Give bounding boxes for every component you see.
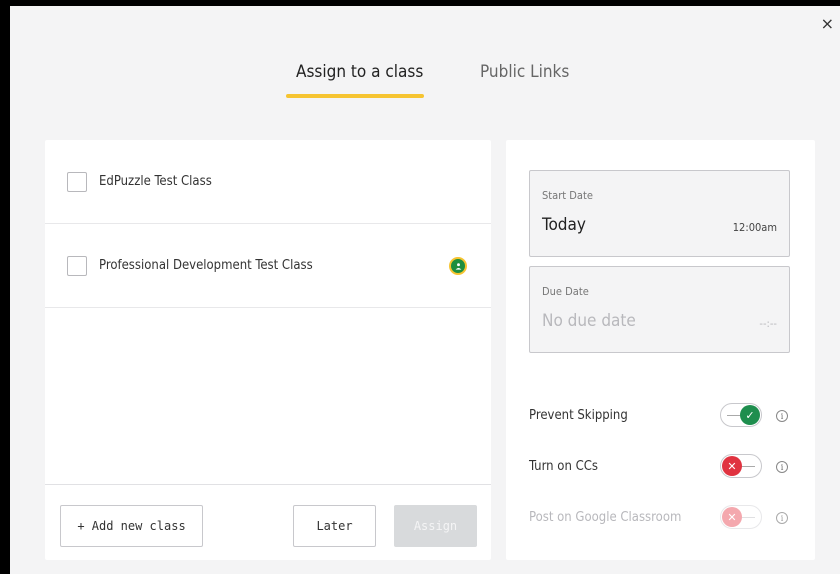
add-new-class-button[interactable]: + Add new class [60,505,203,547]
start-date-field[interactable]: Start Date Today 12:00am [529,170,790,257]
prevent-skipping-label: Prevent Skipping [529,408,628,423]
close-icon[interactable]: × [821,16,834,32]
class-list-panel: EdPuzzle Test Class Professional Develop… [45,140,491,560]
later-button[interactable]: Later [293,505,376,547]
class-name: Professional Development Test Class [99,258,313,273]
prevent-skipping-toggle[interactable]: ✓ [720,403,762,427]
assign-button[interactable]: Assign [394,505,477,547]
due-time-value: --:-- [759,317,777,330]
check-icon: ✓ [740,405,760,425]
start-time-value: 12:00am [732,221,777,234]
tab-bar: Assign to a class Public Links [10,62,840,102]
settings-panel: Start Date Today 12:00am Due Date No due… [506,140,815,560]
post-google-classroom-toggle[interactable]: ✕ [720,505,762,529]
class-checkbox[interactable] [67,172,87,192]
start-date-value: Today [542,215,586,235]
assign-modal: × Assign to a class Public Links EdPuzzl… [10,6,840,574]
info-icon[interactable]: i [776,512,788,524]
turn-on-ccs-toggle[interactable]: ✕ [720,454,762,478]
active-tab-underline [286,94,424,98]
turn-on-ccs-label: Turn on CCs [529,459,598,474]
due-date-label: Due Date [542,285,589,298]
due-date-field[interactable]: Due Date No due date --:-- [529,266,790,353]
class-checkbox[interactable] [67,256,87,276]
tab-assign-to-class[interactable]: Assign to a class [296,62,423,82]
class-row[interactable]: Professional Development Test Class [45,224,491,308]
start-date-label: Start Date [542,189,593,202]
google-classroom-icon [449,257,467,275]
x-icon: ✕ [722,507,742,527]
class-name: EdPuzzle Test Class [99,174,212,189]
post-google-classroom-label: Post on Google Classroom [529,510,682,525]
due-date-value: No due date [542,311,636,331]
info-icon[interactable]: i [776,461,788,473]
class-row[interactable]: EdPuzzle Test Class [45,140,491,224]
list-footer-divider [45,484,491,485]
tab-public-links[interactable]: Public Links [480,62,569,82]
info-icon[interactable]: i [776,410,788,422]
x-icon: ✕ [722,456,742,476]
